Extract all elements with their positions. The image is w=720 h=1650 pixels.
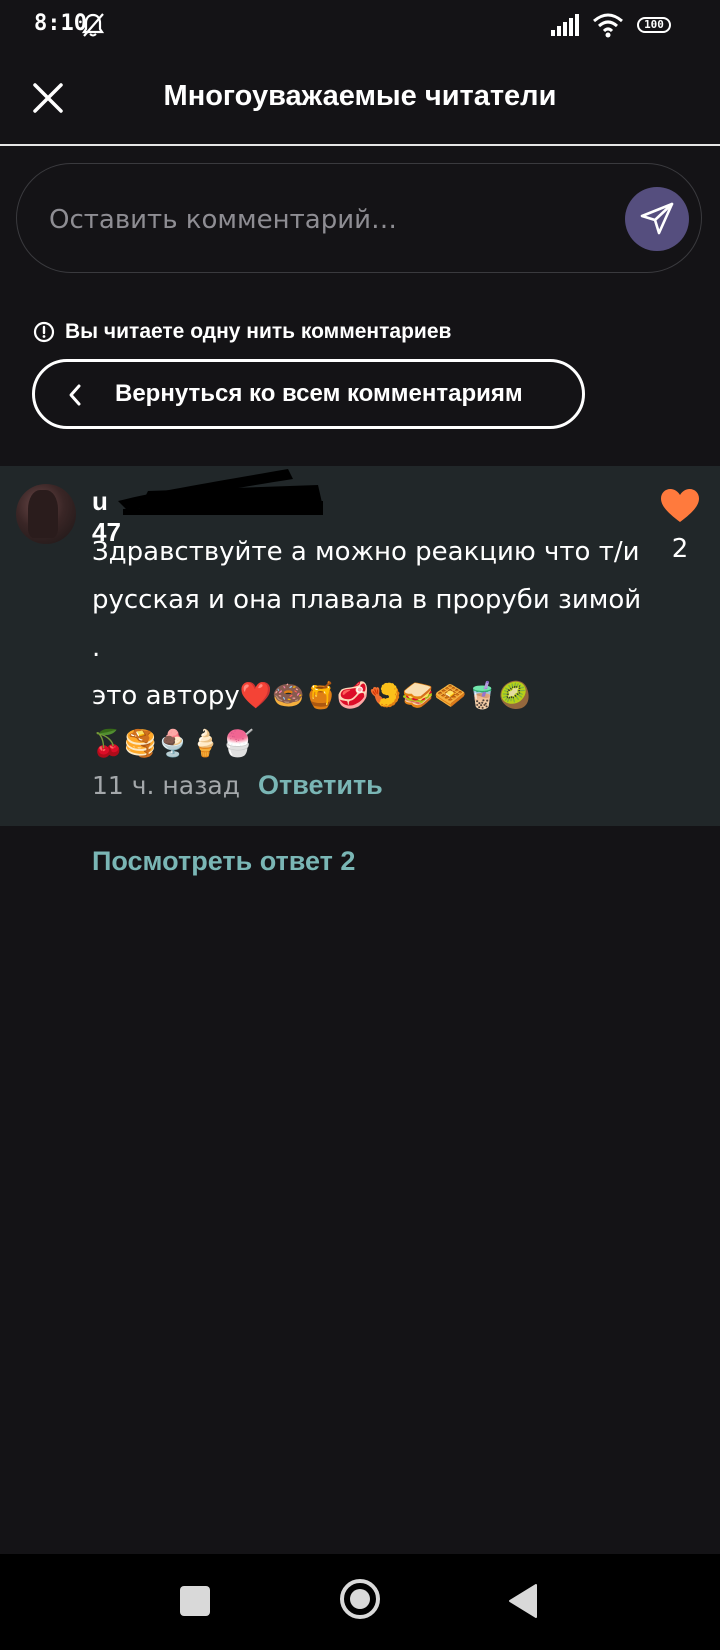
status-time: 8:10	[34, 11, 87, 36]
thread-notice-text: Вы читаете одну нить комментариев	[65, 320, 452, 343]
username-prefix: u	[92, 486, 108, 516]
redaction-scribble	[118, 469, 323, 515]
avatar[interactable]	[16, 484, 76, 544]
view-replies-link[interactable]: Посмотреть ответ 2	[92, 846, 355, 877]
home-circle-icon[interactable]	[339, 1578, 381, 1620]
screen: 8:10 100 Многоуважаемые читатели Оставит…	[0, 0, 720, 1650]
back-to-all-comments-button[interactable]: Вернуться ко всем комментариям	[32, 359, 585, 429]
reply-button[interactable]: Ответить	[258, 770, 383, 801]
chevron-left-icon	[67, 383, 83, 411]
recents-square-icon[interactable]	[180, 1586, 210, 1616]
heart-icon[interactable]	[660, 488, 700, 524]
comment-item: u 47 Здравствуйте а можно реакцию что т/…	[0, 466, 720, 826]
back-triangle-icon[interactable]	[508, 1583, 538, 1623]
battery-icon: 100	[637, 17, 671, 33]
comment-input-container	[16, 163, 702, 273]
comment-timestamp: 11 ч. назад	[92, 771, 240, 800]
comment-input[interactable]	[47, 194, 611, 246]
thread-notice: Вы читаете одну нить комментариев	[33, 318, 451, 346]
back-button-label: Вернуться ко всем комментариям	[115, 380, 523, 407]
info-icon	[33, 321, 55, 343]
system-nav-bar	[0, 1554, 720, 1650]
signal-icon	[551, 14, 583, 40]
wifi-icon	[592, 12, 624, 42]
bell-off-icon	[81, 12, 105, 42]
comment-text: Здравствуйте а можно реакцию что т/и рус…	[92, 537, 642, 759]
like-count: 2	[671, 534, 689, 564]
header: Многоуважаемые читатели	[0, 52, 720, 146]
status-bar: 8:10 100	[0, 0, 720, 52]
send-icon	[640, 202, 674, 235]
page-title: Многоуважаемые читатели	[163, 80, 557, 112]
send-button[interactable]	[625, 187, 689, 251]
